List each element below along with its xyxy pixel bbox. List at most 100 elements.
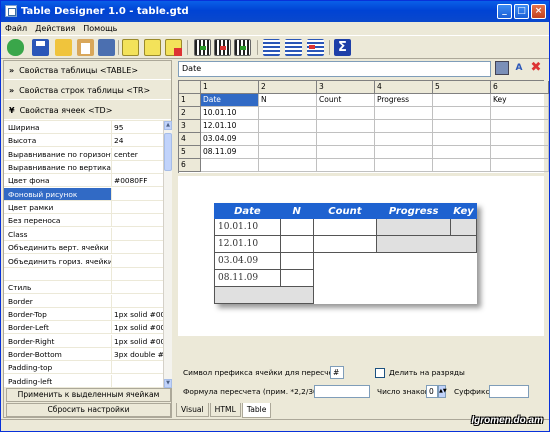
property-row[interactable]: Высота 24: [4, 134, 163, 148]
grid-cell[interactable]: [375, 120, 433, 133]
property-value[interactable]: 3px double #: [112, 348, 163, 360]
tab-html[interactable]: HTML: [209, 403, 241, 417]
grid-column-header[interactable]: 2: [259, 81, 317, 94]
grid-cell[interactable]: Date: [201, 94, 259, 107]
digits-spinner[interactable]: ▲▼: [438, 385, 447, 398]
align-right-icon[interactable]: [307, 39, 324, 56]
scrollbar-thumb[interactable]: [164, 133, 172, 171]
property-scrollbar[interactable]: ▲ ▼: [163, 121, 172, 388]
property-value[interactable]: [112, 241, 163, 253]
grid-cell[interactable]: [375, 133, 433, 146]
grid-cell[interactable]: [317, 133, 375, 146]
property-row[interactable]: Цвет фона #0080FF: [4, 174, 163, 188]
sum-icon[interactable]: Σ: [334, 39, 351, 56]
property-row[interactable]: [4, 267, 163, 281]
property-row[interactable]: Стиль: [4, 281, 163, 295]
section-row-properties[interactable]: » Свойства строк таблицы <TR>: [4, 81, 171, 100]
column-props-icon[interactable]: [234, 39, 251, 56]
property-row[interactable]: Объединить верт. ячейки: [4, 241, 163, 255]
grid-cell[interactable]: [375, 107, 433, 120]
grid-cell[interactable]: [491, 133, 549, 146]
grid-cell[interactable]: N: [259, 94, 317, 107]
property-row[interactable]: Без переноса: [4, 214, 163, 228]
grid-corner[interactable]: [179, 81, 201, 94]
property-value[interactable]: 95: [112, 121, 163, 133]
save-icon[interactable]: [32, 39, 49, 56]
close-button[interactable]: ×: [531, 4, 546, 19]
property-value[interactable]: [112, 295, 163, 307]
grid-cell[interactable]: [433, 133, 491, 146]
property-row[interactable]: Ширина 95: [4, 121, 163, 134]
suffix-input[interactable]: [489, 385, 529, 398]
tab-visual[interactable]: Visual: [176, 403, 209, 417]
property-row[interactable]: Цвет рамки: [4, 201, 163, 215]
grid-column-header[interactable]: 1: [201, 81, 259, 94]
align-center-icon[interactable]: [285, 39, 302, 56]
align-left-icon[interactable]: [263, 39, 280, 56]
grid-cell[interactable]: [259, 159, 317, 172]
property-value[interactable]: [112, 161, 163, 173]
grid-cell[interactable]: [491, 159, 549, 172]
grid-cell[interactable]: 08.11.09: [201, 146, 259, 159]
property-row[interactable]: Border-Left 1px solid #00: [4, 321, 163, 335]
clear-icon[interactable]: [165, 39, 182, 56]
property-value[interactable]: [112, 188, 163, 200]
grid-cell[interactable]: [433, 146, 491, 159]
grid-cell[interactable]: [317, 107, 375, 120]
apply-button[interactable]: Применить к выделенным ячейкам: [6, 388, 171, 402]
property-value[interactable]: [112, 255, 163, 267]
property-value[interactable]: center: [112, 148, 163, 160]
property-row[interactable]: Выравнивание по горизонталиcenter: [4, 147, 163, 161]
property-value[interactable]: [112, 361, 163, 373]
grid-cell[interactable]: [491, 120, 549, 133]
tools-icon[interactable]: [98, 39, 115, 56]
property-value[interactable]: 1px solid #00: [112, 321, 163, 333]
grid-column-header[interactable]: 5: [433, 81, 491, 94]
digits-input[interactable]: 0: [426, 385, 438, 398]
delete-icon[interactable]: ✖: [529, 61, 543, 75]
property-value[interactable]: [112, 214, 163, 226]
property-row[interactable]: Border-Top 1px solid #00: [4, 307, 163, 321]
grid-row-header[interactable]: 5: [179, 146, 201, 159]
grid-row-header[interactable]: 4: [179, 133, 201, 146]
section-table-properties[interactable]: » Свойства таблицы <TABLE>: [4, 61, 171, 80]
grid-cell[interactable]: Key: [491, 94, 549, 107]
property-value[interactable]: [112, 375, 163, 387]
minimize-button[interactable]: _: [497, 4, 512, 19]
title-bar[interactable]: Table Designer 1.0 - table.gtd _ □ ×: [1, 1, 549, 22]
grid-cell[interactable]: [317, 146, 375, 159]
grid-cell[interactable]: [491, 146, 549, 159]
property-value[interactable]: [112, 281, 163, 293]
grid-cell[interactable]: [433, 120, 491, 133]
split-digits-checkbox[interactable]: [375, 368, 385, 378]
grid-column-header[interactable]: 4: [375, 81, 433, 94]
property-row[interactable]: Border: [4, 294, 163, 308]
grid-cell[interactable]: [317, 159, 375, 172]
property-row[interactable]: Border-Right 1px solid #00: [4, 334, 163, 348]
property-value[interactable]: 1px solid #00: [112, 308, 163, 320]
property-row[interactable]: Padding-top: [4, 361, 163, 375]
grid-cell[interactable]: [259, 146, 317, 159]
spreadsheet-grid[interactable]: 1 2 3 4 5 6 1 Date N Count Progress Key 2 10.01.10 3 12…: [178, 80, 549, 173]
grid-row-header[interactable]: 3: [179, 120, 201, 133]
menu-actions[interactable]: Действия: [35, 22, 75, 35]
grid-cell[interactable]: [375, 146, 433, 159]
cell-value-input[interactable]: Date: [178, 61, 491, 77]
grid-cell[interactable]: [201, 159, 259, 172]
grid-row-header[interactable]: 1: [179, 94, 201, 107]
grid-cell[interactable]: [433, 159, 491, 172]
list-icon[interactable]: [122, 39, 139, 56]
grid-cell[interactable]: Progress: [375, 94, 433, 107]
grid-row-header[interactable]: 6: [179, 159, 201, 172]
property-value[interactable]: 24: [112, 134, 163, 146]
grid-cell[interactable]: [433, 94, 491, 107]
property-row[interactable]: Padding-left: [4, 374, 163, 388]
tab-table[interactable]: Table: [241, 403, 272, 418]
grid-cell[interactable]: 12.01.10: [201, 120, 259, 133]
refresh-icon[interactable]: [7, 39, 24, 56]
property-value[interactable]: #0080FF: [112, 174, 163, 186]
scroll-up-arrow-icon[interactable]: ▲: [164, 121, 172, 130]
grid-cell[interactable]: [259, 133, 317, 146]
grid-cell[interactable]: [491, 107, 549, 120]
grid-cell[interactable]: [375, 159, 433, 172]
